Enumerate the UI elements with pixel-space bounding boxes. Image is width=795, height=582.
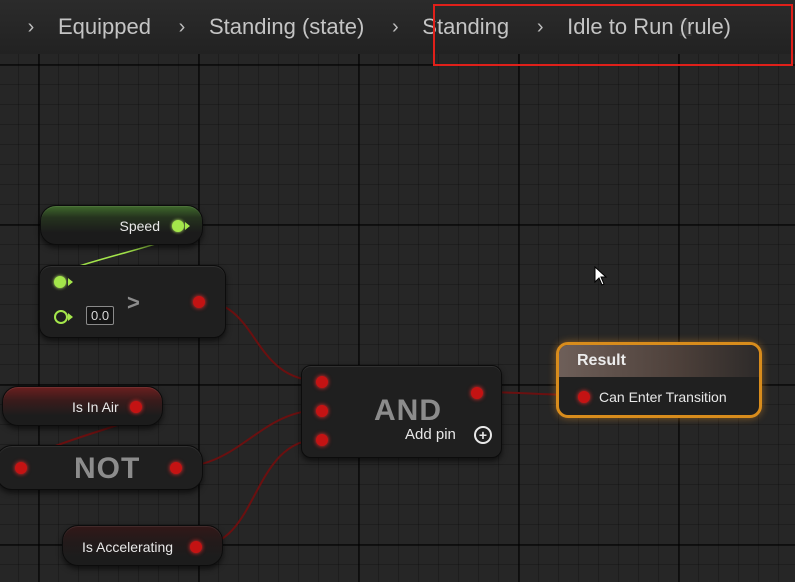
is-in-air-label: Is In Air [72,399,119,415]
speed-output-pin[interactable] [172,220,184,232]
and-label: AND [374,394,442,427]
and-input-pin-3[interactable] [316,434,328,446]
and-input-pin-1[interactable] [316,376,328,388]
greater-input-a-pin[interactable] [54,276,66,288]
breadcrumb-item-standing-state[interactable]: Standing (state) [209,14,364,40]
greater-value-input[interactable]: 0.0 [86,306,115,325]
chevron-right-icon: › [391,15,399,38]
pin-arrow-icon [68,313,73,321]
is-in-air-variable-node[interactable]: Is In Air [2,386,163,426]
chevron-right-icon: › [27,15,35,38]
pin-arrow-icon [185,222,190,230]
breadcrumb-item-standing[interactable]: Standing [422,14,509,40]
breadcrumb-item-equipped[interactable]: Equipped [58,14,151,40]
can-enter-transition-pin[interactable] [578,391,590,403]
speed-variable-node[interactable]: Speed [40,205,203,245]
and-input-pin-2[interactable] [316,405,328,417]
speed-label: Speed [119,218,160,234]
and-output-pin[interactable] [471,387,483,399]
add-pin-label[interactable]: Add pin [405,426,456,443]
mouse-cursor-icon [594,266,608,286]
and-node[interactable]: AND Add pin + [301,365,502,458]
greater-operator: > [127,290,140,315]
result-node[interactable]: Result Can Enter Transition [556,342,762,418]
is-accelerating-output-pin[interactable] [190,541,202,553]
breadcrumb: › Equipped › Standing (state) › Standing… [0,0,795,54]
ghost-watermark: 1 [678,12,695,42]
breadcrumb-item-idle-to-run[interactable]: Idle to Run (rule) [567,14,731,40]
is-accelerating-variable-node[interactable]: Is Accelerating [62,525,223,566]
greater-input-b-pin[interactable] [54,310,68,324]
is-in-air-output-pin[interactable] [130,401,142,413]
is-accelerating-label: Is Accelerating [82,539,174,555]
chevron-right-icon: › [536,15,544,38]
not-node[interactable]: NOT [0,445,203,490]
can-enter-transition-label: Can Enter Transition [599,389,727,405]
result-title: Result [559,345,759,377]
not-output-pin[interactable] [170,462,182,474]
greater-output-pin[interactable] [193,296,205,308]
plus-circle-icon[interactable]: + [474,426,492,444]
greater-than-node[interactable]: 0.0 > [39,265,226,338]
pin-arrow-icon [68,278,73,286]
not-input-pin[interactable] [15,462,27,474]
chevron-right-icon: › [178,15,186,38]
not-label: NOT [74,452,141,485]
